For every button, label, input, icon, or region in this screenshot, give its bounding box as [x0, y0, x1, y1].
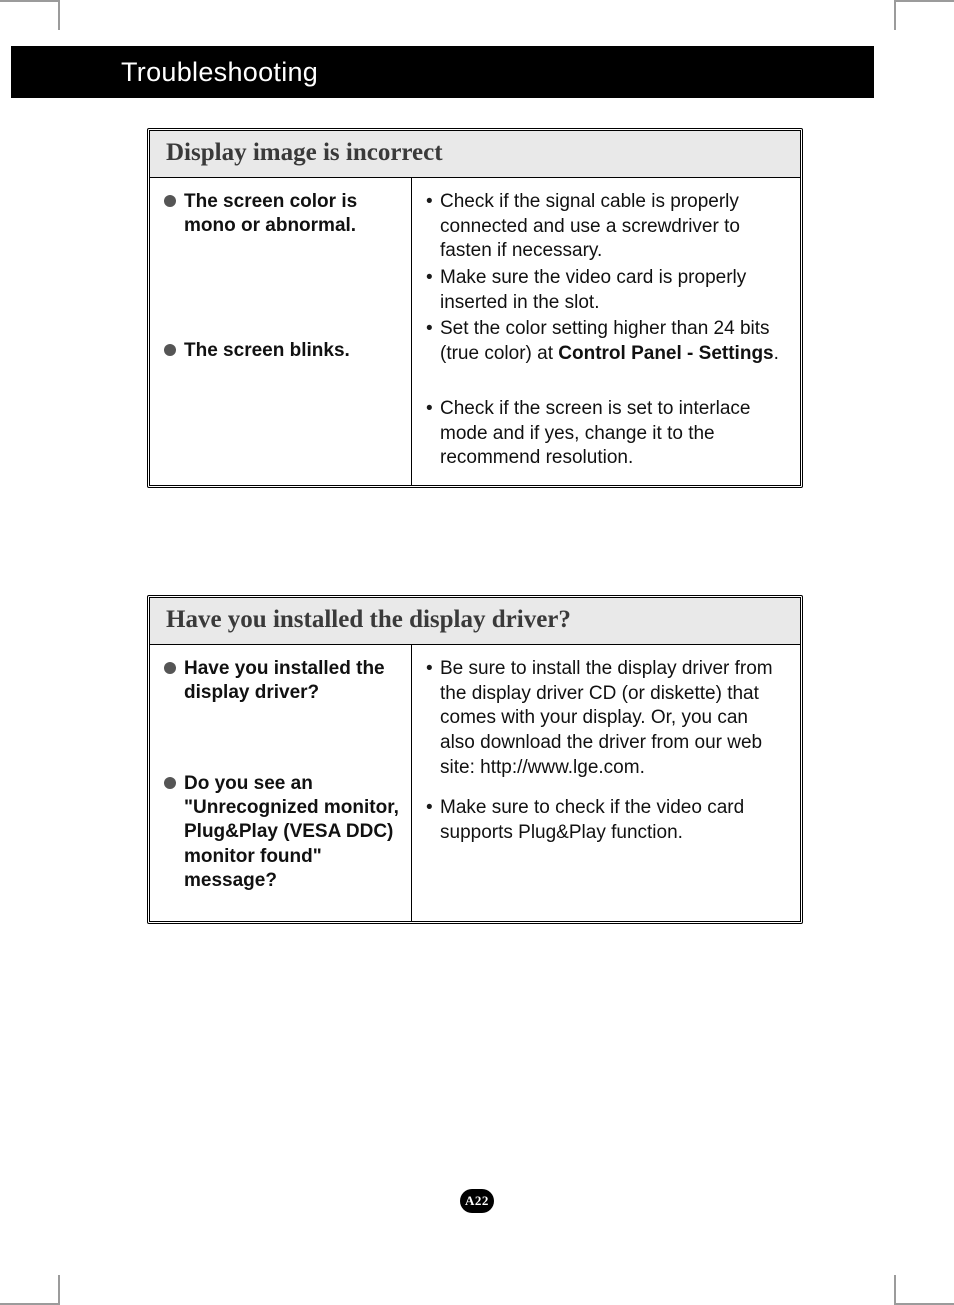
bullet-icon [164, 344, 176, 356]
symptom-column: Have you installed the display driver? D… [150, 645, 412, 921]
symptom-text: The screen color is mono or abnormal. [184, 190, 399, 239]
section-display-image-incorrect: Display image is incorrect The screen co… [147, 128, 803, 488]
solution-text-suffix: . [774, 343, 779, 364]
solution-text: Make sure the video card is properly ins… [440, 266, 786, 315]
section-title: Have you installed the display driver? [150, 598, 800, 645]
bullet-dot-icon: • [426, 266, 440, 315]
bullet-dot-icon: • [426, 317, 440, 366]
page: Troubleshooting Display image is incorre… [0, 0, 954, 1305]
header-bar: Troubleshooting [11, 46, 874, 98]
bullet-icon [164, 777, 176, 789]
crop-mark [894, 1275, 896, 1305]
symptom-item: Do you see an "Unrecognized monitor, Plu… [164, 772, 399, 894]
bullet-dot-icon: • [426, 190, 440, 264]
solution-column: • Check if the signal cable is properly … [412, 178, 800, 485]
symptom-column: The screen color is mono or abnormal. Th… [150, 178, 412, 485]
solution-item: • Make sure the video card is properly i… [426, 266, 786, 315]
crop-mark [894, 0, 954, 2]
page-number-badge: A22 [460, 1189, 494, 1213]
crop-mark [0, 0, 60, 2]
page-number: A22 [465, 1193, 489, 1209]
solution-item: • Set the color setting higher than 24 b… [426, 317, 786, 366]
section-body: Have you installed the display driver? D… [150, 645, 800, 921]
crop-mark [58, 1275, 60, 1305]
solution-text: Make sure to check if the video card sup… [440, 796, 786, 845]
crop-mark [58, 0, 60, 30]
bullet-icon [164, 662, 176, 674]
solution-text: Be sure to install the display driver fr… [440, 657, 786, 780]
symptom-text: Have you installed the display driver? [184, 657, 399, 706]
solution-item: • Be sure to install the display driver … [426, 657, 786, 780]
solution-text: Set the color setting higher than 24 bit… [440, 317, 786, 366]
symptom-item: The screen color is mono or abnormal. [164, 190, 399, 239]
symptom-item: The screen blinks. [164, 339, 399, 363]
symptom-item: Have you installed the display driver? [164, 657, 399, 706]
bullet-dot-icon: • [426, 657, 440, 780]
symptom-text: Do you see an "Unrecognized monitor, Plu… [184, 772, 399, 894]
bullet-dot-icon: • [426, 397, 440, 471]
solution-item: • Check if the screen is set to interlac… [426, 397, 786, 471]
page-title: Troubleshooting [121, 57, 318, 88]
section-title: Display image is incorrect [150, 131, 800, 178]
solution-item: • Make sure to check if the video card s… [426, 796, 786, 845]
solution-text: Check if the signal cable is properly co… [440, 190, 786, 264]
section-body: The screen color is mono or abnormal. Th… [150, 178, 800, 485]
bullet-icon [164, 195, 176, 207]
solution-text-bold: Control Panel - Settings [558, 343, 773, 364]
solution-text: Check if the screen is set to interlace … [440, 397, 786, 471]
solution-column: • Be sure to install the display driver … [412, 645, 800, 921]
section-display-driver: Have you installed the display driver? H… [147, 595, 803, 924]
solution-item: • Check if the signal cable is properly … [426, 190, 786, 264]
bullet-dot-icon: • [426, 796, 440, 845]
crop-mark [894, 0, 896, 30]
symptom-text: The screen blinks. [184, 339, 350, 363]
